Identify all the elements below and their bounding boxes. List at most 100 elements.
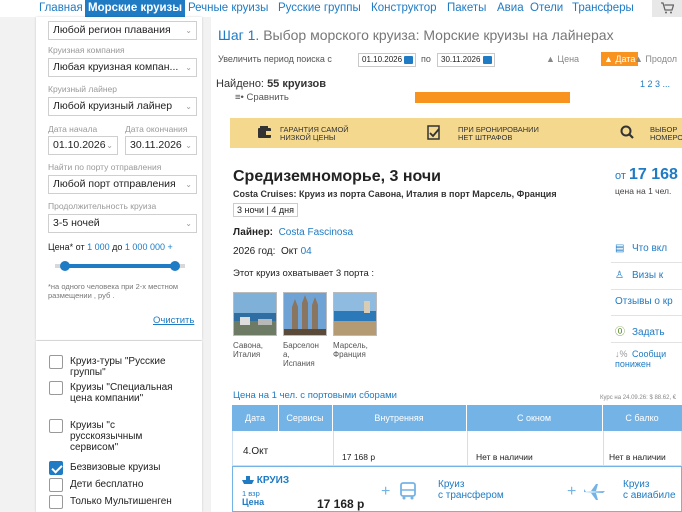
port-photo-barcelona[interactable] (283, 292, 327, 336)
duration-value: 3-5 ночей (53, 217, 100, 229)
date-end-value: 30.11.2026 (130, 139, 182, 151)
cruise-only-label: КРУИЗ (256, 475, 290, 486)
cruise-only-option[interactable]: КРУИЗ (242, 475, 289, 486)
cruise-with-transfer-option[interactable]: Круиз с трансфером (438, 479, 504, 501)
row-date-link[interactable]: 4.Окт (243, 446, 268, 457)
period-from-input[interactable]: 01.10.2026 (358, 53, 416, 67)
filter-checkbox[interactable] (49, 355, 63, 369)
region-value: Любой регион плавания (53, 24, 171, 36)
plus-icon: + (381, 483, 391, 500)
port-photo-marseille[interactable] (333, 292, 377, 336)
cruise-title[interactable]: Средиземноморье, 3 ночи (233, 168, 441, 186)
filter-checkbox-label[interactable]: Дети бесплатно (70, 479, 190, 490)
liner-select[interactable]: Любой круизный лайнер ⌄ (48, 97, 197, 116)
nav-item-constructor[interactable]: Конструктор (371, 0, 437, 17)
divider (611, 342, 682, 343)
price-prefix: Цена* от (48, 242, 85, 252)
filter-checkbox-label[interactable]: Безвизовые круизы (70, 462, 190, 473)
nav-item-packages[interactable]: Пакеты (447, 0, 486, 17)
duration-select[interactable]: 3-5 ночей ⌄ (48, 214, 197, 233)
period-to-input[interactable]: 30.11.2026 (437, 53, 495, 67)
ship-icon (242, 476, 254, 484)
port-value: Любой порт отправления (53, 178, 176, 190)
liner-link[interactable]: Costa Fascinosa (279, 227, 353, 238)
period-to-value: 30.11.2026 (441, 55, 481, 64)
chevron-down-icon: ⌄ (185, 26, 192, 35)
document-check-icon (427, 125, 440, 140)
price-label: Цена (242, 497, 265, 507)
reviews-link[interactable]: Отзывы о кр (615, 296, 673, 307)
cruise-only-price[interactable]: 17 168 р (317, 497, 364, 511)
filter-checkbox[interactable] (49, 478, 63, 492)
nav-item-transfers[interactable]: Трансферы (572, 0, 634, 17)
divider (467, 431, 468, 466)
col-balcony: С балко (625, 413, 659, 423)
benefit-text: ГАРАНТИЯ САМОЙ НИЗКОЙ ЦЕНЫ (280, 125, 349, 142)
filter-checkbox-label[interactable]: Только Мультишенген (70, 496, 190, 507)
row-inner-price[interactable]: 17 168 р (342, 452, 375, 462)
filter-checkbox[interactable] (49, 495, 63, 509)
bus-icon (400, 482, 416, 500)
company-label: Круизная компания (48, 45, 125, 55)
nav-item-avia[interactable]: Авиа (497, 0, 524, 17)
price-drop-link[interactable]: ↓% Сообщи понижен (615, 349, 666, 369)
filter-checkbox[interactable] (49, 419, 63, 433)
port-select[interactable]: Любой порт отправления ⌄ (48, 175, 197, 194)
filter-checkbox[interactable] (49, 381, 63, 395)
divider (611, 262, 682, 263)
divider (611, 315, 682, 316)
nav-item-sea-cruises[interactable]: Морские круизы (85, 0, 186, 17)
filter-checkbox-label[interactable]: Круизы "с русскоязычным сервисом" (70, 420, 190, 453)
region-select[interactable]: Любой регион плавания ⌄ (48, 21, 197, 40)
whats-included-link[interactable]: ▤ Что вкл (615, 243, 667, 254)
filter-checkbox-label[interactable]: Круиз-туры "Русские группы" (70, 356, 190, 378)
chevron-down-icon: ⌄ (185, 63, 192, 72)
divider (611, 289, 682, 290)
date-end-select[interactable]: 30.11.2026 ⌄ (125, 136, 197, 155)
col-window: С окном (516, 413, 552, 423)
nav-item-russian-groups[interactable]: Русские группы (278, 0, 361, 17)
price-slider-min-handle[interactable] (60, 261, 70, 271)
benefit-text: ПРИ БРОНИРОВАНИИ НЕТ ШТРАФОВ (458, 125, 539, 142)
filter-checkbox-label[interactable]: Круизы "Специальная цена компании" (70, 382, 190, 404)
compare-button[interactable]: ≡• Сравнить (235, 92, 289, 103)
col-inner: Внутренняя (374, 413, 424, 423)
question-icon: ⓪ (615, 327, 625, 338)
orange-action-button[interactable] (415, 92, 570, 103)
liner-info: Лайнер: Costa Fascinosa (233, 227, 353, 238)
step-number: Шаг 1. (218, 27, 260, 43)
date-start-select[interactable]: 01.10.2026 ⌄ (48, 136, 118, 155)
nav-item-hotels[interactable]: Отели (530, 0, 563, 17)
sort-duration[interactable]: ▲ Продол (634, 54, 677, 64)
filter-checkbox[interactable] (49, 461, 63, 475)
sort-price[interactable]: ▲ Цена (546, 54, 579, 64)
price-slider-fill (65, 264, 175, 268)
price-slider-max-handle[interactable] (170, 261, 180, 271)
cart-button[interactable] (652, 0, 682, 17)
row-window-status: Нет в наличии (476, 452, 533, 462)
cruise-company: Costa Cruises: (233, 189, 297, 199)
liner-label-text: Лайнер: (233, 227, 274, 238)
sort-date[interactable]: ▲ Дата (601, 52, 639, 66)
nav-item-river-cruises[interactable]: Речные круизы (188, 0, 268, 17)
price-table-title: Цена на 1 чел. с портовыми сборами (233, 390, 397, 401)
visas-link[interactable]: ♙ Визы к (615, 270, 663, 281)
pagination[interactable]: 1 2 3 ... (640, 79, 670, 89)
price-per-person: цена на 1 чел. (615, 186, 672, 196)
price-slider[interactable] (55, 261, 185, 271)
company-select[interactable]: Любая круизная компан... ⌄ (48, 58, 197, 77)
cruise-route: Costa Cruises: Круиз из порта Савона, Ит… (233, 189, 557, 199)
period-from-value: 01.10.2026 (362, 55, 403, 64)
date-end-label: Дата окончания (125, 124, 188, 134)
cruise-with-avia-option[interactable]: Круиз с авиабиле (623, 479, 676, 501)
day-link[interactable]: 04 (301, 246, 312, 257)
ask-question-link[interactable]: ⓪ Задать (615, 323, 665, 338)
period-label: Увеличить период поиска с (218, 54, 332, 64)
year-label: 2026 год: (233, 246, 276, 257)
clear-filters-link[interactable]: Очистить (153, 315, 194, 326)
nights-badge: 3 ночи | 4 дня (233, 203, 298, 217)
found-value: 55 круизов (267, 78, 326, 90)
port-photo-savona[interactable] (233, 292, 277, 336)
person-icon: ♙ (615, 270, 624, 281)
nav-item-home[interactable]: Главная (39, 0, 83, 17)
